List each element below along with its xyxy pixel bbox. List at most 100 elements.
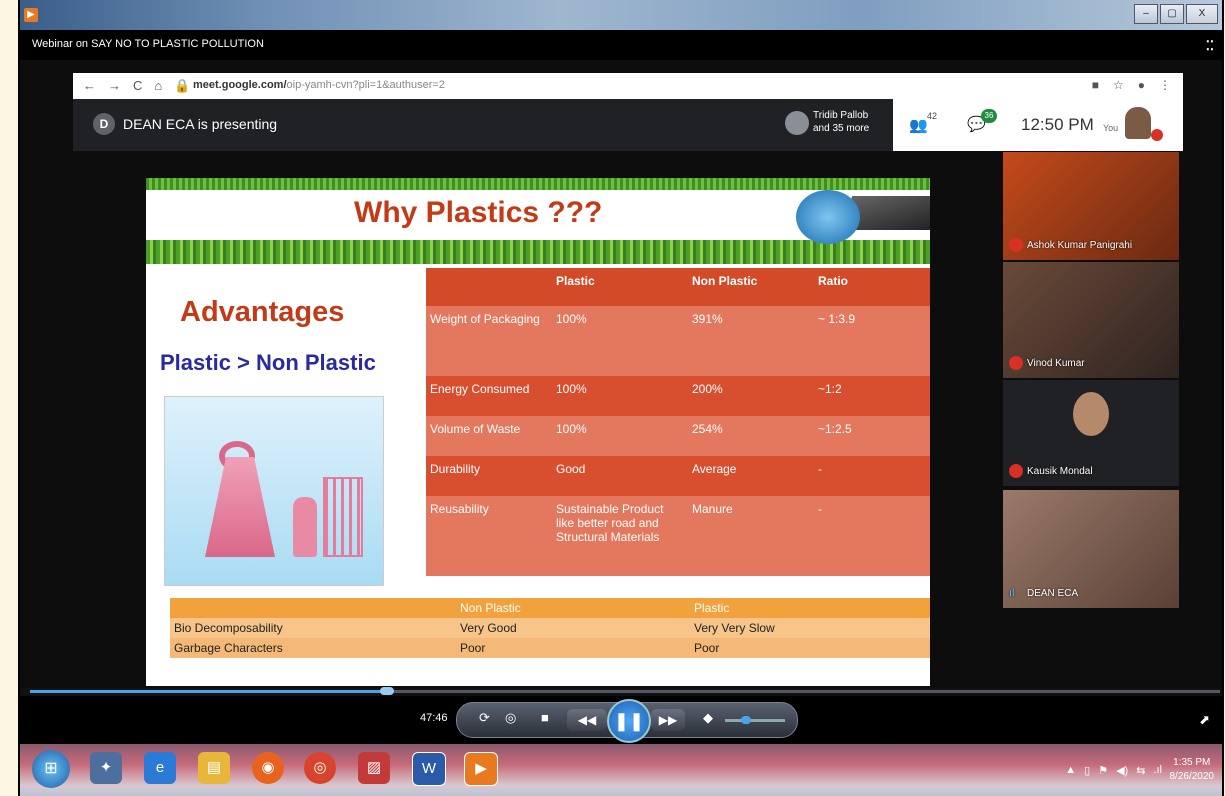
browser-bar: ← → C ⌂ 🔒 meet.google.com/oip-yamh-cvn?p… xyxy=(73,73,1183,99)
presenting-label: DEAN ECA is presenting xyxy=(123,116,278,132)
bottom-header-row: Non Plastic Plastic xyxy=(170,598,930,618)
participant-tile[interactable]: Vinod Kumar xyxy=(1003,262,1179,378)
participant-name: DEAN ECA xyxy=(1027,587,1079,599)
switch-view-icon[interactable]: ⁚⁚ xyxy=(1206,38,1214,54)
participant-avatar xyxy=(1073,392,1109,436)
app-icon: ▶ xyxy=(24,8,38,22)
people-icon[interactable]: 👥 xyxy=(909,116,928,134)
advantages-heading: Advantages xyxy=(180,296,345,328)
mic-off-icon xyxy=(1009,356,1023,370)
star-icon[interactable]: ☆ xyxy=(1113,78,1124,92)
table-row: Durability Good Average - xyxy=(426,456,930,496)
media-player-icon[interactable]: ▶ xyxy=(464,752,498,786)
minimize-button[interactable]: – xyxy=(1134,4,1158,24)
table-header-cell: Plastic xyxy=(552,268,688,306)
bottom-cell: Poor xyxy=(456,638,690,658)
participant-tile[interactable]: Kausik Mondal xyxy=(1003,380,1179,486)
firefox-icon[interactable]: ◉ xyxy=(252,752,284,784)
network-icon[interactable]: ⇆ xyxy=(1136,764,1145,777)
maximize-button[interactable]: ▢ xyxy=(1160,4,1184,24)
table-cell: - xyxy=(814,456,930,496)
signal-icon[interactable]: .ıl xyxy=(1153,764,1162,777)
participants-summary: Tridib Pallob and 35 more xyxy=(813,109,869,135)
table-cell: ~ 1:3.9 xyxy=(814,306,930,376)
table-header-cell xyxy=(426,268,552,306)
bottle-shape xyxy=(293,497,317,557)
chrome-icon[interactable]: ◎ xyxy=(304,752,336,784)
bottom-cell: Very Good xyxy=(456,618,690,638)
grass-decoration-top xyxy=(146,178,930,190)
participant-tile[interactable]: Ashok Kumar Panigrahi xyxy=(1003,152,1179,260)
bottom-header-cell: Plastic xyxy=(690,598,930,618)
volume-tray-icon[interactable]: ◀) xyxy=(1116,764,1128,777)
participant-avatar xyxy=(785,111,809,135)
home-icon[interactable]: ⌂ xyxy=(154,78,162,94)
mic-off-icon xyxy=(1009,464,1023,478)
app-launcher-icon[interactable]: ✦ xyxy=(90,752,122,784)
bottom-header-cell xyxy=(170,598,456,618)
comparison-table: Plastic Non Plastic Ratio Weight of Pack… xyxy=(426,268,930,576)
seek-bar[interactable] xyxy=(30,687,1220,695)
participant-name: Ashok Kumar Panigrahi xyxy=(1027,239,1133,251)
back-icon[interactable]: ← xyxy=(83,78,96,94)
media-player-window: ▶ – ▢ X Webinar on SAY NO TO PLASTIC POL… xyxy=(18,0,1224,796)
forward-icon[interactable]: → xyxy=(108,78,121,94)
seek-handle[interactable] xyxy=(380,687,394,695)
presenter-avatar: D xyxy=(93,113,115,135)
url-path: oip-yamh-cvn?pli=1&authuser=2 xyxy=(286,79,445,91)
previous-button[interactable]: ◀◀ xyxy=(567,709,607,731)
profile-icon[interactable]: ● xyxy=(1138,78,1145,92)
stop-icon[interactable]: ■ xyxy=(541,710,549,725)
mic-off-icon xyxy=(1009,238,1023,252)
table-row: Energy Consumed 100% 200% ~1:2 xyxy=(426,376,930,416)
close-button[interactable]: X xyxy=(1186,4,1218,24)
flag-icon[interactable]: ⚑ xyxy=(1098,764,1108,777)
control-pill: ⟳ ◎ ■ ◀◀ ❚❚ ▶▶ ◆ xyxy=(456,699,798,743)
camera-icon[interactable]: ■ xyxy=(1092,78,1099,92)
fullscreen-icon[interactable]: ⬈ xyxy=(1199,712,1210,728)
device-icon[interactable]: ▯ xyxy=(1084,764,1090,777)
taskbar-date: 8/26/2020 xyxy=(1169,771,1215,782)
table-header-cell: Non Plastic xyxy=(688,268,814,306)
repeat-icon[interactable]: ◎ xyxy=(505,710,516,726)
menu-icon[interactable]: ⋮ xyxy=(1159,78,1171,92)
slide-title: Why Plastics ??? xyxy=(354,196,603,229)
volume-slider[interactable] xyxy=(725,716,785,724)
start-button[interactable]: ⊞ xyxy=(32,750,70,788)
taskbar-clock[interactable]: 1:35 PM 8/26/2020 xyxy=(1170,756,1215,784)
pause-button[interactable]: ❚❚ xyxy=(607,699,651,743)
table-cell: 391% xyxy=(688,306,814,376)
meet-toolbar: 👥 42 💬 36 12:50 PM You xyxy=(893,99,1183,151)
shuffle-icon[interactable]: ⟳ xyxy=(479,710,490,726)
bottom-comparison-table: Non Plastic Plastic Bio Decomposability … xyxy=(170,598,930,658)
self-mic-off-icon xyxy=(1151,129,1163,141)
table-cell: 100% xyxy=(552,306,688,376)
reload-icon[interactable]: C xyxy=(133,78,142,94)
word-icon[interactable]: W xyxy=(412,752,446,786)
table-cell: Volume of Waste xyxy=(426,416,552,456)
table-cell: 100% xyxy=(552,416,688,456)
volume-handle[interactable] xyxy=(741,716,751,724)
bottom-cell: Garbage Characters xyxy=(170,638,456,658)
table-cell: Durability xyxy=(426,456,552,496)
table-row: Reusability Sustainable Product like bet… xyxy=(426,496,930,576)
comparison-illustration xyxy=(164,396,384,586)
table-cell: ~1:2 xyxy=(814,376,930,416)
address-bar[interactable]: meet.google.com/oip-yamh-cvn?pli=1&authu… xyxy=(193,79,445,91)
table-cell: 254% xyxy=(688,416,814,456)
volume-icon[interactable]: ◆ xyxy=(703,710,713,726)
speaking-icon: ıl xyxy=(1009,587,1015,599)
table-header-cell: Ratio xyxy=(814,268,930,306)
lock-icon: 🔒 xyxy=(174,78,191,93)
presentation-app-icon[interactable]: ▨ xyxy=(358,752,390,784)
url-host: meet.google.com/ xyxy=(193,79,287,91)
table-row: Volume of Waste 100% 254% ~1:2.5 xyxy=(426,416,930,456)
show-hidden-icon[interactable]: ▲ xyxy=(1065,764,1076,777)
next-button[interactable]: ▶▶ xyxy=(651,709,685,731)
internet-explorer-icon[interactable]: e xyxy=(144,752,176,784)
participant-tile[interactable]: ıl DEAN ECA xyxy=(1003,490,1179,608)
bottom-header-cell: Non Plastic xyxy=(456,598,690,618)
table-cell: Energy Consumed xyxy=(426,376,552,416)
file-explorer-icon[interactable]: ▤ xyxy=(198,752,230,784)
self-video xyxy=(1125,107,1151,139)
